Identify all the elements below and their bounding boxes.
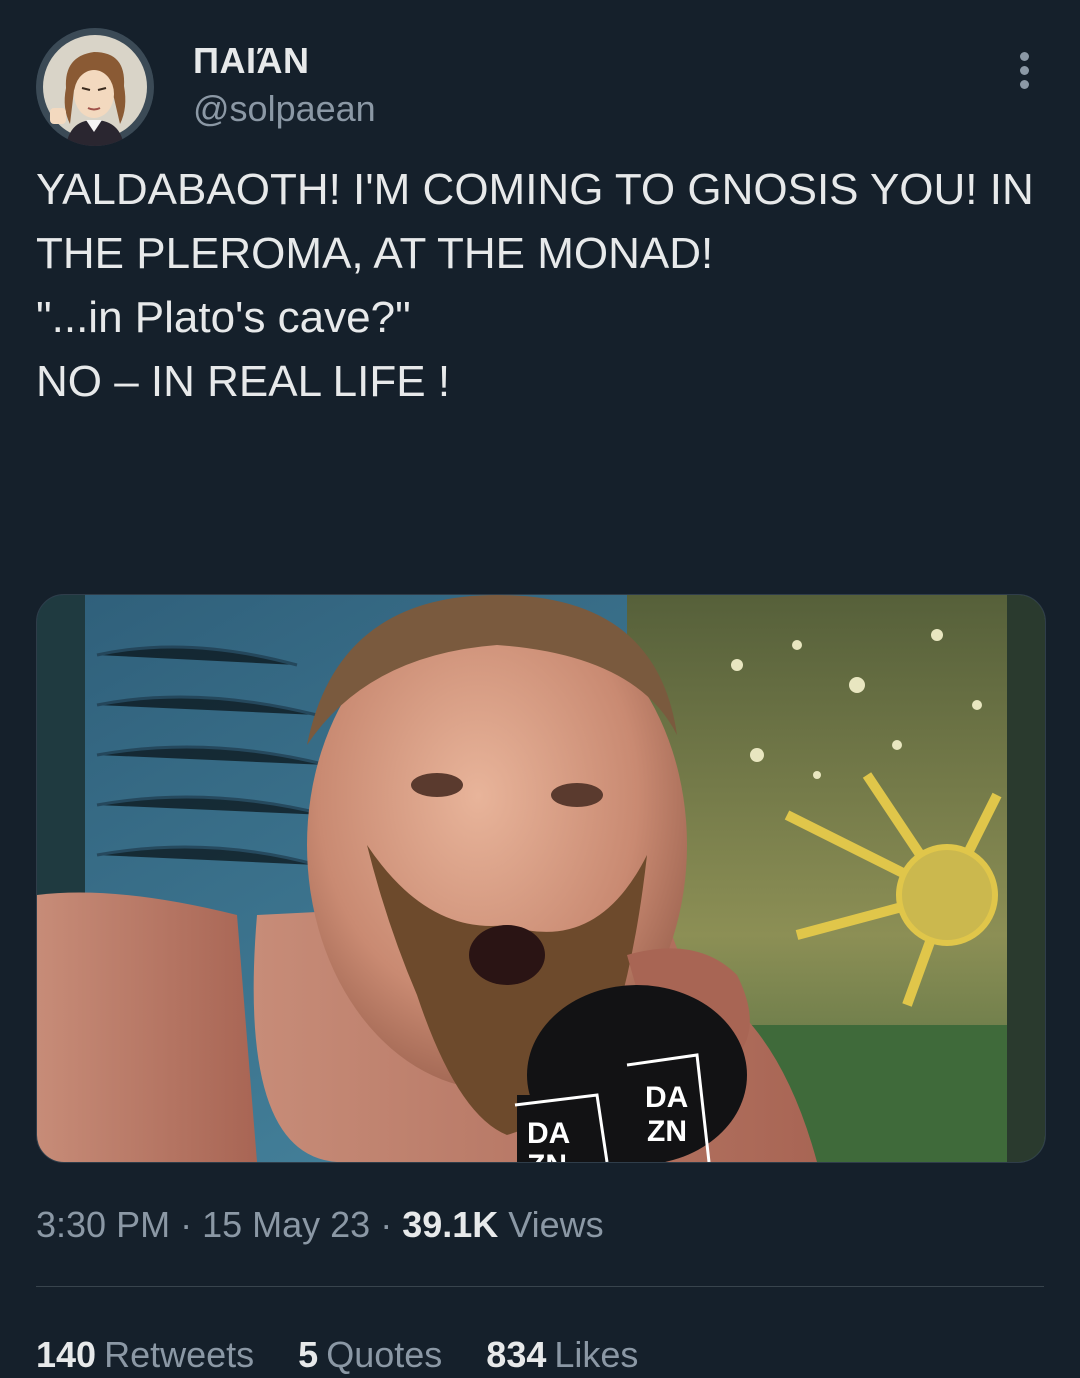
tweet-date[interactable]: 15 May 23: [202, 1204, 370, 1245]
mic-label: ZN: [527, 1149, 567, 1162]
views-label: Views: [498, 1204, 604, 1245]
tweet-media-image[interactable]: DA DA ZN ZN: [36, 594, 1046, 1163]
user-handle[interactable]: @solpaean: [193, 88, 376, 130]
quotes-label: Quotes: [326, 1334, 443, 1375]
likes-count: 834: [486, 1334, 547, 1375]
mic-label: DA: [527, 1117, 570, 1150]
retweets-count: 140: [36, 1334, 97, 1375]
mic-label: ZN: [647, 1115, 687, 1148]
meta-separator: ·: [170, 1204, 203, 1245]
views-count: 39.1K: [402, 1204, 499, 1245]
tweet-header: ΠΑΙΆΝ @solpaean: [36, 28, 1044, 148]
tweet-stats: 140 Retweets 5 Quotes 834 Likes: [36, 1334, 672, 1376]
tweet-text-line: NO – IN REAL LIFE !: [36, 357, 451, 406]
divider: [36, 1286, 1044, 1287]
more-options-icon[interactable]: [1012, 52, 1036, 100]
avatar-illustration-icon: [36, 28, 154, 146]
tweet-text-line: YALDABAOTH! I'M COMING TO GNOSIS YOU! IN…: [36, 165, 1046, 278]
tweet-text: YALDABAOTH! I'M COMING TO GNOSIS YOU! IN…: [36, 158, 1044, 414]
tweet-time[interactable]: 3:30 PM: [36, 1204, 170, 1245]
avatar[interactable]: [36, 28, 154, 146]
retweets-label: Retweets: [104, 1334, 255, 1375]
meta-separator: ·: [370, 1204, 403, 1245]
photo-icon: DA DA ZN ZN: [37, 595, 1045, 1162]
quotes-count: 5: [298, 1334, 319, 1375]
display-name[interactable]: ΠΑΙΆΝ: [193, 40, 310, 82]
tweet-text-line: "...in Plato's cave?": [36, 293, 411, 342]
likes-label: Likes: [554, 1334, 639, 1375]
quotes-stat[interactable]: 5 Quotes: [298, 1334, 442, 1376]
likes-stat[interactable]: 834 Likes: [486, 1334, 638, 1376]
mic-label: DA: [645, 1081, 688, 1114]
tweet-meta: 3:30 PM · 15 May 23 · 39.1K Views: [36, 1204, 604, 1246]
retweets-stat[interactable]: 140 Retweets: [36, 1334, 254, 1376]
